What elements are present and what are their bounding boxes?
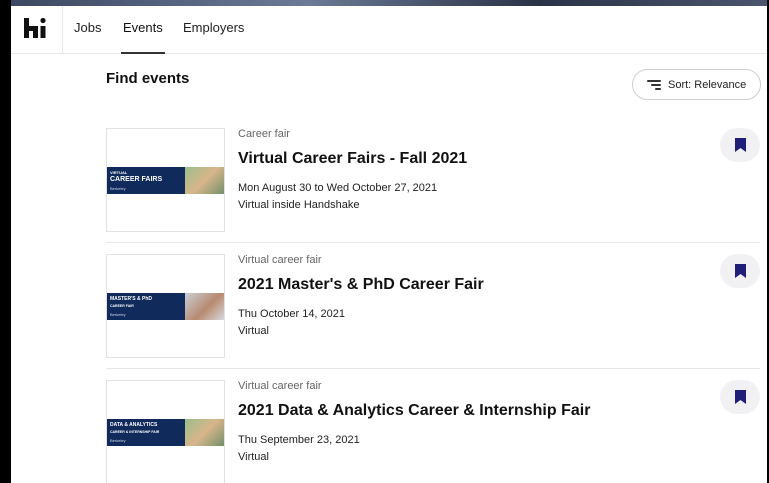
handshake-logo-icon[interactable] <box>23 16 47 40</box>
row-divider <box>106 242 760 243</box>
event-thumbnail[interactable]: VIRTUAL CAREER FAIRS Berkeley <box>106 128 225 232</box>
nav-divider <box>62 6 63 54</box>
event-thumbnail[interactable]: MASTER'S & PhD CAREER FAIR Berkeley <box>106 254 225 358</box>
row-divider <box>106 368 760 369</box>
event-banner: DATA & ANALYTICS CAREER & INTERNSHIP FAI… <box>107 419 224 446</box>
top-navigation: Jobs Events Employers <box>11 6 767 54</box>
sort-label: Sort: Relevance <box>668 78 747 91</box>
event-date: Mon August 30 to Wed October 27, 2021 <box>238 182 438 194</box>
sort-button[interactable]: Sort: Relevance <box>632 69 761 100</box>
banner-sub: Berkeley <box>110 312 126 317</box>
left-frame <box>0 0 11 483</box>
event-banner: MASTER'S & PhD CAREER FAIR Berkeley <box>107 293 224 320</box>
banner-title: MASTER'S & PhD <box>110 296 153 302</box>
banner-photo <box>185 167 224 194</box>
bookmark-button[interactable] <box>720 254 760 288</box>
tab-events[interactable]: Events <box>121 20 165 54</box>
bookmark-button[interactable] <box>720 380 760 414</box>
event-thumbnail[interactable]: DATA & ANALYTICS CAREER & INTERNSHIP FAI… <box>106 380 225 483</box>
banner-title: CAREER FAIRS <box>110 176 163 183</box>
tab-employers[interactable]: Employers <box>183 20 244 35</box>
event-card[interactable]: MASTER'S & PhD CAREER FAIR Berkeley Virt… <box>106 254 760 380</box>
banner-photo <box>185 293 224 320</box>
bookmark-icon <box>734 138 746 152</box>
event-date: Thu October 14, 2021 <box>238 308 346 320</box>
event-date: Thu September 23, 2021 <box>238 434 360 446</box>
banner-kicker: CAREER & INTERNSHIP FAIR <box>110 430 160 434</box>
sort-lines-icon <box>647 79 661 90</box>
banner-sub: Berkeley <box>110 438 126 443</box>
event-card[interactable]: VIRTUAL CAREER FAIRS Berkeley Career fai… <box>106 128 760 254</box>
event-type: Career fair <box>238 128 290 140</box>
page-title: Find events <box>106 70 190 87</box>
banner-sub: Berkeley <box>110 186 126 191</box>
bookmark-button[interactable] <box>720 128 760 162</box>
event-location: Virtual inside Handshake <box>238 199 360 211</box>
event-location: Virtual <box>238 451 269 463</box>
event-card[interactable]: DATA & ANALYTICS CAREER & INTERNSHIP FAI… <box>106 380 760 483</box>
event-title[interactable]: 2021 Master's & PhD Career Fair <box>238 276 484 294</box>
banner-kicker: CAREER FAIR <box>110 304 134 308</box>
event-type: Virtual career fair <box>238 380 322 392</box>
bookmark-icon <box>734 264 746 278</box>
banner-title: DATA & ANALYTICS <box>110 422 158 428</box>
event-type: Virtual career fair <box>238 254 322 266</box>
banner-photo <box>185 419 224 446</box>
event-location: Virtual <box>238 325 269 337</box>
bookmark-icon <box>734 390 746 404</box>
event-title[interactable]: Virtual Career Fairs - Fall 2021 <box>238 150 467 168</box>
tab-jobs[interactable]: Jobs <box>74 20 101 35</box>
event-title[interactable]: 2021 Data & Analytics Career & Internshi… <box>238 402 590 420</box>
event-banner: VIRTUAL CAREER FAIRS Berkeley <box>107 167 224 194</box>
